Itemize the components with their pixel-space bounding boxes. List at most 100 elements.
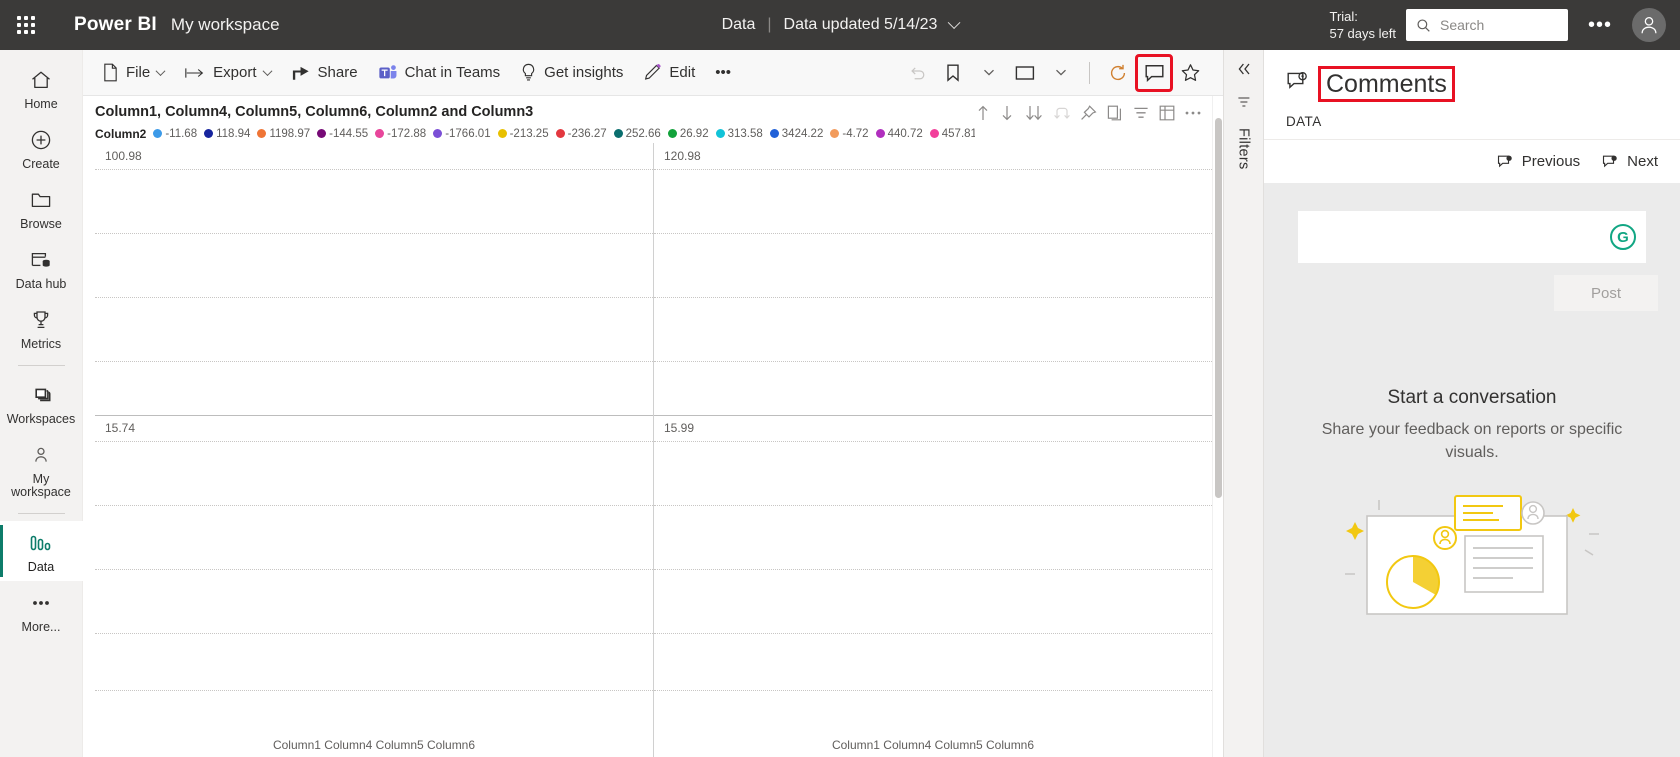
plot-panel-left[interactable]: 100.98 15.74 Column1 Column4 Column5 Col… <box>95 143 653 757</box>
avatar[interactable] <box>1632 8 1666 42</box>
legend-item[interactable]: -172.88 <box>375 128 426 140</box>
focus-mode-icon[interactable] <box>1158 104 1176 122</box>
sort-ascending-icon[interactable] <box>975 104 991 122</box>
pencil-icon <box>645 64 661 80</box>
previous-comment-button[interactable]: Previous <box>1497 153 1580 170</box>
undo-icon[interactable] <box>900 56 934 90</box>
legend-value: 3424.22 <box>781 127 824 140</box>
legend-item[interactable]: 118.94 <box>204 128 250 140</box>
sidebar-item-data-hub[interactable]: Data hub <box>0 238 83 298</box>
panel-midrule <box>654 415 1212 416</box>
header-workspace-name[interactable]: My workspace <box>171 15 280 35</box>
legend-item[interactable]: 440.72 <box>875 128 923 140</box>
sidebar-item-home[interactable]: Home <box>0 58 83 118</box>
legend-item[interactable]: 26.92 <box>667 128 709 140</box>
comment-prev-icon <box>1497 155 1512 167</box>
sidebar-item-workspaces[interactable]: Workspaces <box>0 373 83 433</box>
comment-input[interactable] <box>1298 211 1646 263</box>
illustration-icon <box>1345 495 1599 615</box>
post-button[interactable]: Post <box>1554 275 1658 311</box>
edit-button[interactable]: Edit <box>634 57 704 88</box>
filter-icon[interactable] <box>1236 95 1252 114</box>
sidebar-item-data[interactable]: Data <box>0 521 83 581</box>
bookmark-icon[interactable] <box>936 56 970 90</box>
share-icon <box>292 66 309 80</box>
share-button[interactable]: Share <box>282 58 367 88</box>
gridline <box>95 169 653 170</box>
gridline <box>654 441 1212 442</box>
refresh-icon[interactable] <box>1101 56 1135 90</box>
export-label: Export <box>213 64 257 81</box>
conversation-illustration <box>1337 486 1607 616</box>
get-insights-button[interactable]: Get insights <box>511 57 632 88</box>
sidebar-item-create[interactable]: Create <box>0 118 83 178</box>
comments-pane: Comments DATA Previous Next G Post Start… <box>1263 50 1680 757</box>
comments-icon[interactable] <box>1135 53 1173 92</box>
sort-direction-icon[interactable] <box>1053 104 1071 122</box>
sidebar-item-more[interactable]: More... <box>0 581 83 641</box>
gridline <box>95 690 653 691</box>
bar-chart-icon <box>28 530 54 556</box>
share-label: Share <box>317 64 358 81</box>
sidebar-item-metrics[interactable]: Metrics <box>0 298 83 358</box>
chevron-down-icon <box>262 66 272 77</box>
bookmark-chevron-down-icon[interactable] <box>972 56 1006 90</box>
sidebar-item-browse[interactable]: Browse <box>0 178 83 238</box>
pin-icon[interactable] <box>1079 104 1098 122</box>
legend-value: -172.88 <box>387 127 427 140</box>
plot-panel-right[interactable]: 120.98 15.99 Column1 Column4 Column5 Col… <box>653 143 1212 757</box>
data-updated-label[interactable]: Data updated 5/14/23 <box>784 16 938 34</box>
star-icon[interactable] <box>1173 56 1207 90</box>
export-button[interactable]: Export <box>175 58 279 87</box>
report-name[interactable]: Data <box>722 16 756 34</box>
legend-item[interactable]: -1766.01 <box>433 128 491 140</box>
legend-item[interactable]: 313.58 <box>715 128 763 140</box>
canvas-scrollbar[interactable] <box>1212 96 1223 757</box>
home-icon <box>28 67 54 93</box>
legend-item[interactable]: 457.81 <box>929 127 975 140</box>
legend-item[interactable]: 1198.97 <box>257 128 310 140</box>
comment-next-icon <box>1603 155 1617 167</box>
chevron-double-left-icon[interactable] <box>1236 62 1252 81</box>
gridline <box>654 505 1212 506</box>
next-comment-button[interactable]: Next <box>1602 153 1658 170</box>
legend-item[interactable]: -236.27 <box>555 128 607 140</box>
gridline <box>654 633 1212 634</box>
sidebar-item-my-workspace[interactable]: My workspace <box>0 433 83 506</box>
visual-more-icon[interactable] <box>1184 109 1202 117</box>
visual-header-left: Column1, Column4, Column5, Column6, Colu… <box>95 102 975 143</box>
scrollbar-thumb[interactable] <box>1215 118 1222 498</box>
grammarly-badge-icon[interactable]: G <box>1610 224 1636 250</box>
chevron-down-icon[interactable] <box>947 15 961 29</box>
person-icon <box>1641 17 1657 34</box>
comment-input-wrap: G <box>1298 211 1646 263</box>
header-more-button[interactable]: ••• <box>1578 15 1622 35</box>
title-separator: | <box>767 16 772 33</box>
filters-pane-collapsed[interactable]: Filters <box>1223 50 1263 757</box>
search-input[interactable]: Search <box>1405 9 1568 41</box>
legend-item[interactable]: -4.72 <box>830 128 869 140</box>
view-chevron-down-icon[interactable] <box>1044 56 1078 90</box>
waffle-grid-icon[interactable] <box>0 16 52 34</box>
legend-item[interactable]: -213.25 <box>497 128 549 140</box>
copy-icon[interactable] <box>1106 104 1124 122</box>
app-brand[interactable]: Power BI <box>74 14 157 36</box>
comments-subtitle: DATA <box>1286 114 1322 129</box>
filter-icon[interactable] <box>1132 105 1150 121</box>
workspaces-icon <box>28 382 54 408</box>
legend-swatch <box>875 129 885 138</box>
toolbar-more-button[interactable]: ••• <box>706 58 740 87</box>
file-icon <box>104 63 117 82</box>
legend-item[interactable]: -11.68 <box>153 128 197 140</box>
legend-value: 457.81 <box>941 127 975 140</box>
sidebar-label: Data <box>27 560 55 574</box>
legend-item[interactable]: 252.66 <box>613 128 661 140</box>
view-icon[interactable] <box>1008 56 1042 90</box>
chat-in-teams-button[interactable]: Chat in Teams <box>369 57 510 88</box>
legend-item[interactable]: 3424.22 <box>769 127 824 140</box>
sort-descending-icon[interactable] <box>999 104 1015 122</box>
sort-axis-icon[interactable] <box>1023 104 1045 122</box>
toolbar-divider <box>1089 61 1090 84</box>
legend-item[interactable]: -144.55 <box>317 128 368 140</box>
file-button[interactable]: File <box>93 57 173 88</box>
